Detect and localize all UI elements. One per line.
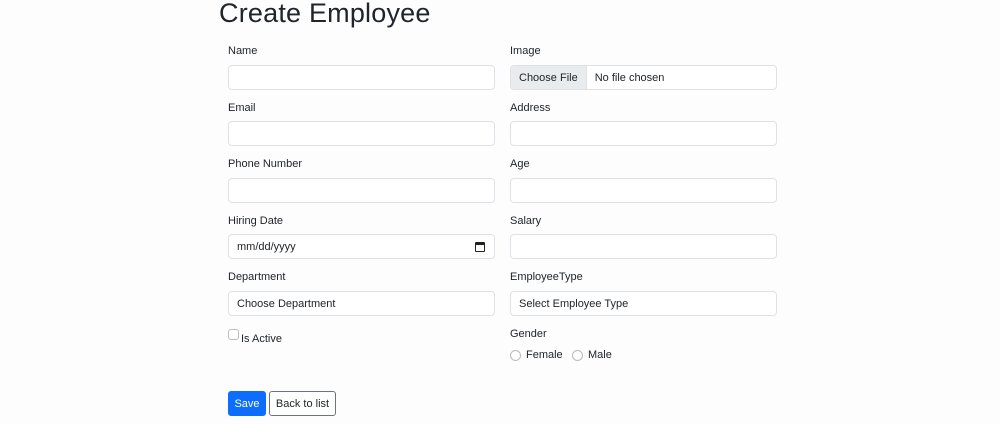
address-label: Address bbox=[510, 102, 551, 114]
image-label: Image bbox=[510, 45, 541, 57]
salary-input[interactable] bbox=[510, 234, 777, 259]
is-active-checkbox[interactable] bbox=[228, 329, 239, 340]
age-label: Age bbox=[510, 158, 530, 170]
back-to-list-button[interactable]: Back to list bbox=[269, 391, 336, 416]
gender-male-radio[interactable] bbox=[572, 350, 583, 361]
email-label: Email bbox=[228, 102, 256, 114]
department-select[interactable]: Choose Department bbox=[228, 291, 495, 316]
image-file-input[interactable]: Choose File No file chosen bbox=[510, 65, 777, 90]
department-label: Department bbox=[228, 271, 286, 283]
employee-type-select[interactable]: Select Employee Type bbox=[510, 291, 777, 316]
name-label: Name bbox=[228, 45, 258, 57]
age-input[interactable] bbox=[510, 178, 777, 203]
choose-file-button[interactable]: Choose File bbox=[511, 66, 587, 89]
calendar-icon[interactable] bbox=[475, 242, 485, 252]
salary-label: Salary bbox=[510, 215, 542, 227]
name-input[interactable] bbox=[228, 65, 495, 90]
gender-male-label: Male bbox=[588, 349, 612, 361]
page-title: Create Employee bbox=[219, 0, 431, 28]
email-input[interactable] bbox=[228, 121, 495, 146]
phone-label: Phone Number bbox=[228, 158, 302, 170]
gender-female-label: Female bbox=[526, 349, 563, 361]
employee-type-label: EmployeeType bbox=[510, 271, 583, 283]
save-button[interactable]: Save bbox=[228, 391, 266, 416]
gender-label: Gender bbox=[510, 328, 547, 340]
hiring-date-input[interactable]: mm/dd/yyyy bbox=[228, 234, 495, 259]
file-status: No file chosen bbox=[594, 71, 665, 84]
is-active-label: Is Active bbox=[241, 333, 282, 345]
gender-female-radio[interactable] bbox=[510, 350, 521, 361]
address-input[interactable] bbox=[510, 121, 777, 146]
hiring-date-label: Hiring Date bbox=[228, 215, 284, 227]
phone-input[interactable] bbox=[228, 178, 495, 203]
date-placeholder: mm/dd/yyyy bbox=[237, 240, 296, 253]
